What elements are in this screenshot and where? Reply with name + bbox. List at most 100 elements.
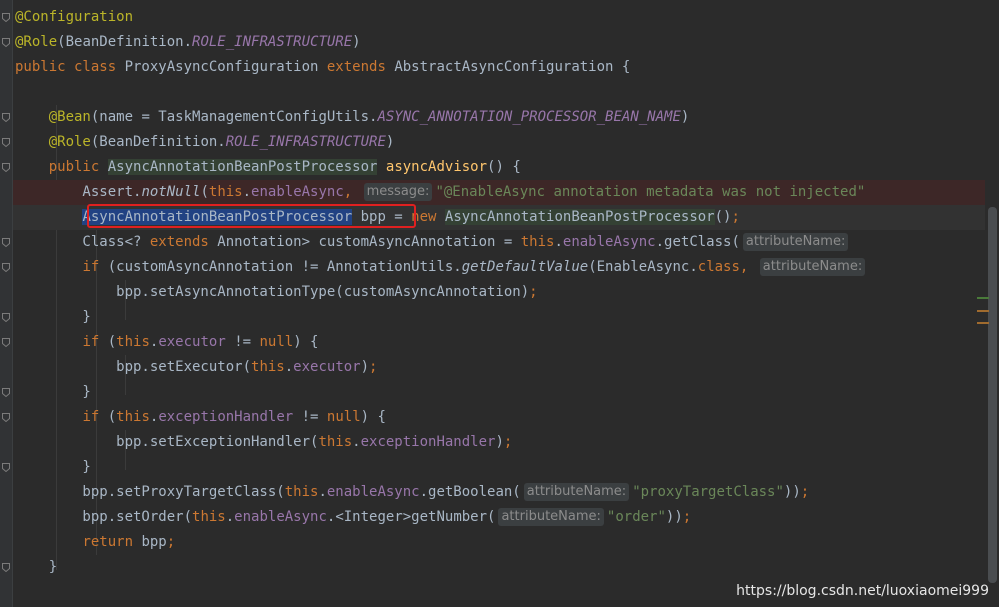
fold-icon[interactable]	[2, 138, 10, 147]
code-token: (BeanDefinition.	[90, 134, 226, 150]
code-token: ;	[682, 509, 692, 525]
code-line[interactable]: @Bean(name = TaskManagementConfigUtils.A…	[15, 105, 690, 130]
code-token: .getClass(	[655, 234, 740, 250]
code-line[interactable]: Class<? extends Annotation> customAsyncA…	[15, 230, 851, 255]
parameter-hint: message:	[363, 183, 433, 201]
code-token: Assert.	[15, 184, 142, 200]
code-token: enableAsync	[251, 184, 344, 200]
code-token: )	[352, 34, 361, 50]
code-token: }	[15, 559, 58, 575]
code-token: () {	[487, 159, 521, 175]
vertical-scrollbar-thumb[interactable]	[988, 207, 997, 583]
code-line[interactable]: }	[15, 455, 90, 480]
code-token: bpp.setOrder(	[15, 509, 193, 525]
code-token: (	[107, 409, 117, 425]
code-line[interactable]: bpp.setOrder(this.enableAsync.<Integer>g…	[15, 505, 691, 530]
code-token: (	[200, 184, 209, 200]
code-token: getDefaultValue	[461, 259, 589, 275]
code-line[interactable]: if (this.executor != null) {	[15, 330, 318, 355]
code-token: exceptionHandler	[360, 434, 496, 450]
code-token: exceptionHandler	[158, 409, 294, 425]
code-token: .	[318, 484, 327, 500]
fold-icon[interactable]	[2, 563, 10, 572]
code-token: .	[554, 234, 563, 250]
fold-icon[interactable]	[2, 238, 10, 247]
code-token: this	[251, 359, 285, 375]
fold-icon[interactable]	[2, 13, 10, 22]
selection-highlight-box	[87, 204, 416, 228]
fold-icon[interactable]	[2, 113, 10, 122]
code-token: .getBoolean(	[419, 484, 521, 500]
code-token: !=	[225, 334, 260, 350]
code-token: bpp	[141, 534, 167, 550]
fold-icon[interactable]	[2, 263, 10, 272]
code-token: Annotation> customAsyncAnnotation =	[217, 234, 521, 250]
code-line[interactable]: bpp.setExecutor(this.executor);	[15, 355, 377, 380]
fold-icon[interactable]	[2, 388, 10, 397]
code-line[interactable]: bpp.setAsyncAnnotationType(customAsyncAn…	[15, 280, 537, 305]
code-token: ASYNC_ANNOTATION_PROCESSOR_BEAN_NAME	[377, 109, 681, 125]
code-token: "proxyTargetClass"	[632, 484, 784, 500]
code-token: (EnableAsync.	[588, 259, 698, 275]
code-line[interactable]: bpp.setExceptionHandler(this.exceptionHa…	[15, 430, 512, 455]
code-line[interactable]: if (this.exceptionHandler != null) {	[15, 405, 386, 430]
code-token: ROLE_INFRASTRUCTURE	[192, 34, 353, 50]
code-line[interactable]: @Configuration	[15, 5, 133, 30]
code-token: enableAsync	[234, 509, 327, 525]
parameter-hint: attributeName:	[498, 508, 604, 526]
code-line[interactable]: @Role(BeanDefinition.ROLE_INFRASTRUCTURE…	[15, 30, 361, 55]
code-line[interactable]: }	[15, 380, 91, 405]
code-token: (name = TaskManagementConfigUtils.	[90, 109, 378, 125]
code-token: ))	[665, 509, 683, 525]
code-token: null	[326, 409, 361, 425]
change-marker[interactable]	[977, 297, 989, 299]
code-token: }	[15, 384, 91, 400]
code-token: @Bean	[48, 109, 91, 125]
fold-icon[interactable]	[2, 338, 10, 347]
code-line[interactable]: Assert.notNull(this.enableAsync, message…	[15, 180, 865, 205]
code-token: ;	[800, 484, 810, 500]
code-token: ) {	[360, 409, 386, 425]
fold-icon[interactable]	[2, 38, 10, 47]
warning-marker[interactable]	[977, 310, 989, 312]
code-token: if	[82, 334, 108, 350]
code-token: this	[116, 409, 150, 425]
code-token: .	[225, 509, 235, 525]
code-token: AsyncAnnotationBeanPostProcessor	[444, 209, 715, 225]
code-token: bpp.setAsyncAnnotationType(customAsyncAn…	[15, 284, 530, 300]
code-token: ;	[166, 534, 176, 550]
fold-icon[interactable]	[2, 313, 10, 322]
code-token: executor	[293, 359, 361, 375]
code-token: bpp.setExceptionHandler(	[15, 434, 319, 450]
code-line[interactable]: return bpp;	[15, 530, 175, 555]
code-token: (	[107, 334, 117, 350]
code-line[interactable]: }	[15, 305, 91, 330]
code-token: ,	[343, 184, 361, 200]
fold-icon[interactable]	[2, 413, 10, 422]
code-token: ROLE_INFRASTRUCTURE	[225, 134, 386, 150]
code-token: notNull	[141, 184, 201, 200]
code-token: }	[15, 309, 91, 325]
fold-icon[interactable]	[2, 163, 10, 172]
code-token: new	[411, 209, 445, 225]
code-token: AsyncAnnotationBeanPostProcessor	[107, 159, 378, 175]
code-line[interactable]: public class ProxyAsyncConfiguration ext…	[15, 55, 630, 80]
code-editor[interactable]: @Configuration @Role(BeanDefinition.ROLE_…	[0, 0, 999, 607]
code-token: public class	[15, 59, 125, 75]
code-line[interactable]: public AsyncAnnotationBeanPostProcessor …	[15, 155, 521, 180]
code-token: bpp.setExecutor(	[15, 359, 252, 375]
code-token: extends	[149, 234, 218, 250]
code-line[interactable]: @Role(BeanDefinition.ROLE_INFRASTRUCTURE…	[15, 130, 395, 155]
code-token: "order"	[606, 509, 666, 525]
fold-icon[interactable]	[2, 463, 10, 472]
editor-gutter	[0, 0, 13, 607]
warning-marker[interactable]	[977, 322, 989, 324]
code-line[interactable]: if (customAsyncAnnotation != AnnotationU…	[15, 255, 868, 280]
code-line[interactable]: bpp.setProxyTargetClass(this.enableAsync…	[15, 480, 809, 505]
code-line[interactable]: }	[15, 555, 57, 580]
